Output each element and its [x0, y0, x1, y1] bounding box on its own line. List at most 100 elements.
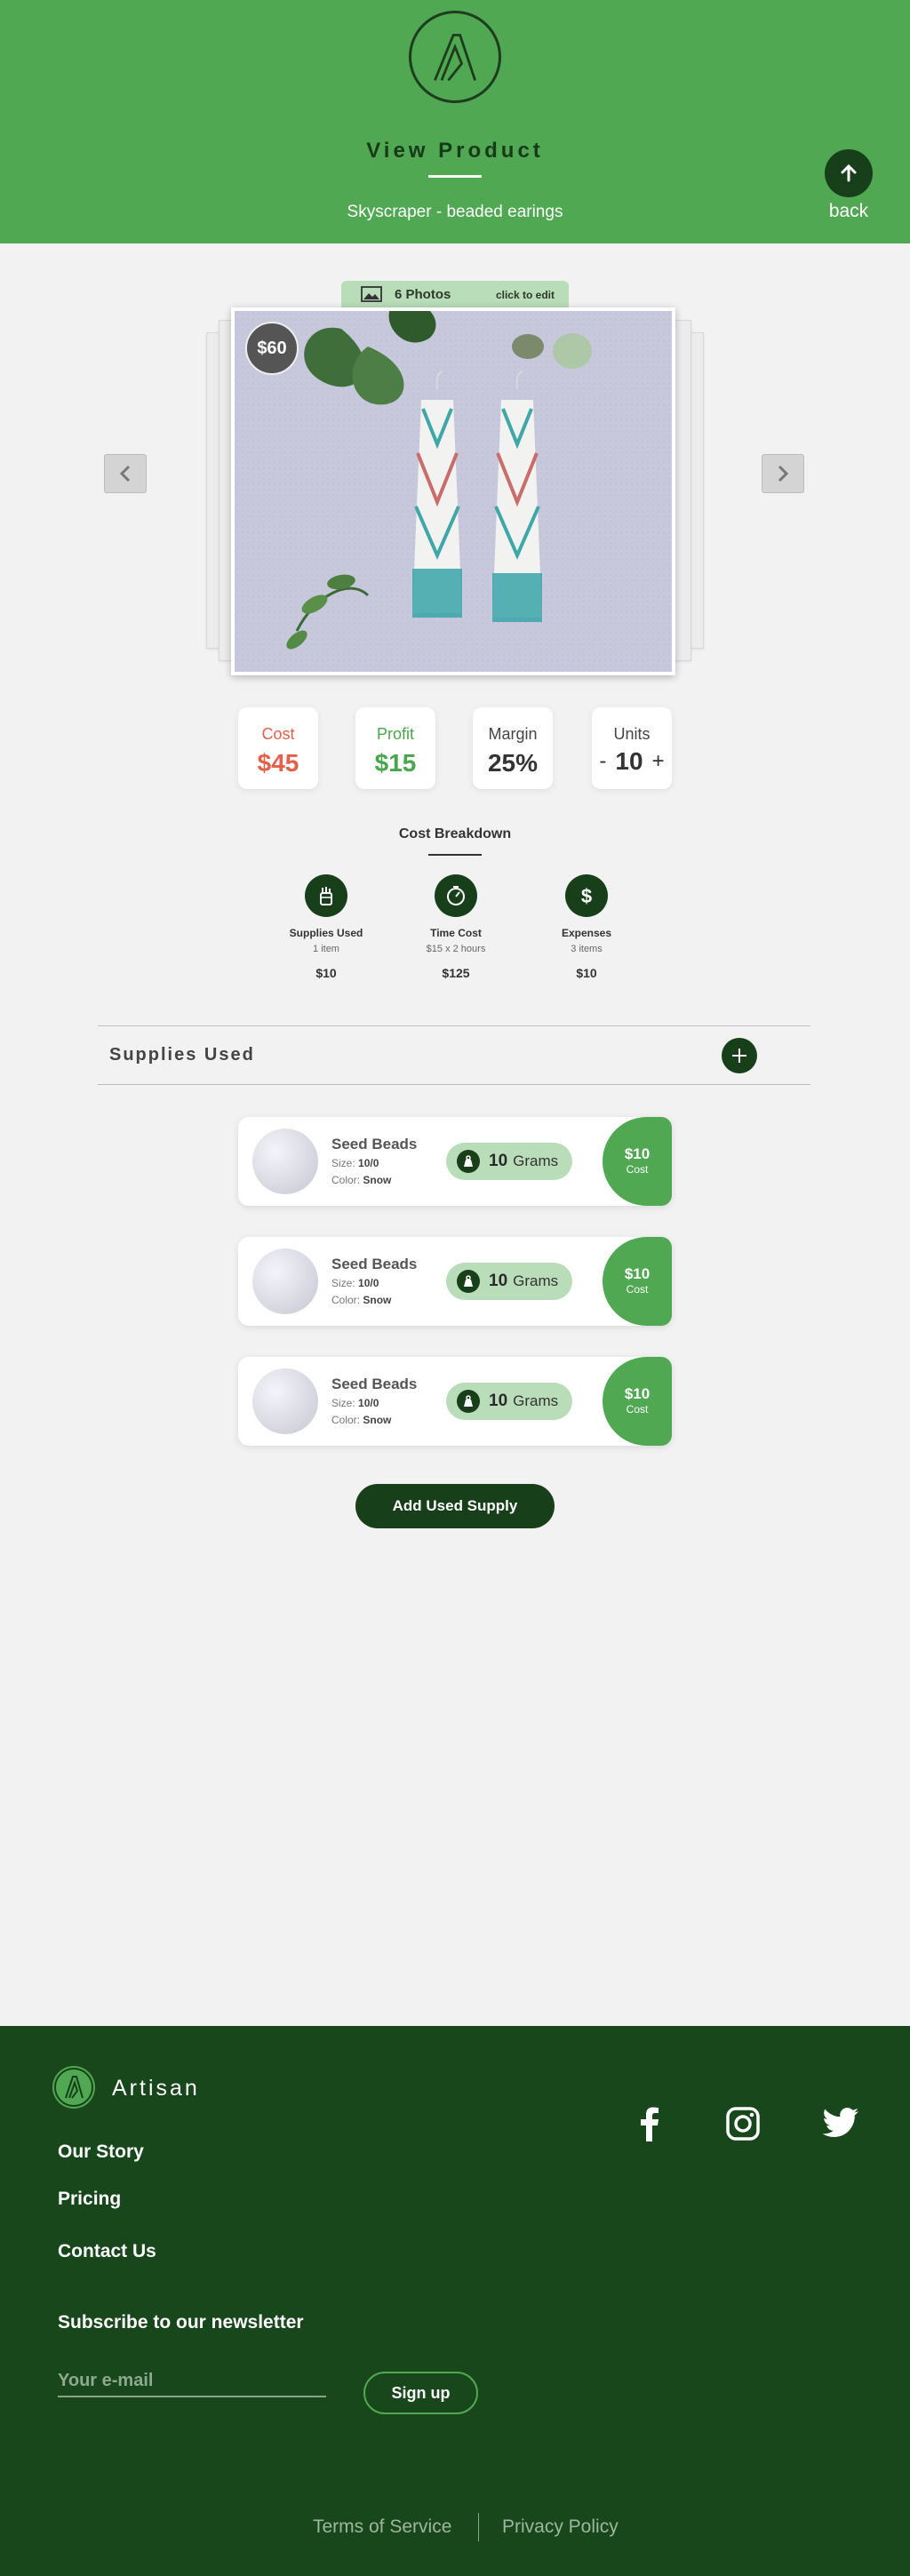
- add-used-supply-button[interactable]: Add Used Supply: [355, 1484, 555, 1528]
- prev-photo-button[interactable]: [104, 454, 147, 493]
- supply-cost-label: Cost: [626, 1403, 649, 1416]
- supply-quantity[interactable]: 10 Grams: [446, 1383, 572, 1420]
- quantity-unit: Grams: [513, 1272, 559, 1289]
- margin-stat: Margin 25%: [473, 707, 553, 789]
- seed-beads-thumbnail: [252, 1368, 318, 1434]
- quantity-unit: Grams: [513, 1392, 559, 1409]
- cost-value: $45: [257, 749, 299, 777]
- cost-breakdown-title: Cost Breakdown: [398, 826, 512, 841]
- section-divider: [98, 1084, 810, 1085]
- breakdown-supplies[interactable]: Supplies Used 1 item $10: [264, 874, 388, 980]
- breakdown-sub: 3 items: [571, 944, 603, 954]
- supply-quantity[interactable]: 10 Grams: [446, 1143, 572, 1180]
- breakdown-sub: 1 item: [313, 944, 339, 954]
- pricing-link[interactable]: Pricing: [58, 2189, 121, 2210]
- breakdown-name: Time Cost: [430, 927, 482, 939]
- artisan-logo-icon[interactable]: [52, 2066, 95, 2109]
- units-stat: Units - 10 +: [592, 707, 672, 789]
- contact-us-link[interactable]: Contact Us: [58, 2241, 156, 2262]
- email-field[interactable]: [58, 2365, 326, 2397]
- supply-color: Color: Snow: [331, 1414, 392, 1426]
- photo-count: 6 Photos: [395, 286, 451, 302]
- stopwatch-icon: [435, 874, 477, 917]
- privacy-link[interactable]: Privacy Policy: [502, 2516, 619, 2538]
- seed-beads-thumbnail: [252, 1248, 318, 1314]
- supply-color: Color: Snow: [331, 1174, 392, 1186]
- units-decrement-button[interactable]: -: [599, 749, 606, 774]
- supply-card[interactable]: Seed Beads Size: 10/0 Color: Snow 10 Gra…: [238, 1237, 672, 1326]
- supply-card[interactable]: Seed Beads Size: 10/0 Color: Snow 10 Gra…: [238, 1117, 672, 1206]
- weight-icon: [457, 1150, 480, 1173]
- page-footer: Artisan Our Story Pricing Contact Us Sub…: [0, 2026, 910, 2576]
- plus-icon: [732, 1049, 746, 1063]
- signup-button[interactable]: Sign up: [363, 2372, 478, 2414]
- profit-value: $15: [374, 749, 417, 777]
- instagram-icon[interactable]: [722, 2102, 764, 2145]
- supply-cost: $10 Cost: [603, 1117, 672, 1206]
- supply-cost-amount: $10: [624, 1265, 651, 1282]
- terms-link[interactable]: Terms of Service: [313, 2516, 451, 2538]
- edit-hint[interactable]: click to edit: [496, 289, 555, 301]
- product-name: Skyscraper - beaded earings: [347, 203, 563, 221]
- breakdown-name: Supplies Used: [289, 927, 363, 939]
- supplies-jar-icon: [305, 874, 347, 917]
- our-story-link[interactable]: Our Story: [58, 2141, 144, 2163]
- chevron-right-icon: [778, 465, 789, 483]
- supply-size: Size: 10/0: [331, 1277, 379, 1289]
- earrings-photo: [235, 311, 672, 672]
- breakdown-time[interactable]: Time Cost $15 x 2 hours $125: [394, 874, 518, 980]
- supply-color: Color: Snow: [331, 1294, 392, 1306]
- supply-quantity[interactable]: 10 Grams: [446, 1263, 572, 1300]
- supply-cost-label: Cost: [626, 1163, 649, 1176]
- product-photo[interactable]: [231, 307, 675, 675]
- quantity-unit: Grams: [513, 1152, 559, 1169]
- svg-text:$: $: [581, 885, 592, 907]
- supply-cost-amount: $10: [624, 1385, 651, 1402]
- supply-cost: $10 Cost: [603, 1237, 672, 1326]
- supply-size: Size: 10/0: [331, 1397, 379, 1409]
- weight-icon: [457, 1390, 480, 1413]
- supply-size: Size: 10/0: [331, 1157, 379, 1169]
- brand-name: Artisan: [112, 2076, 200, 2101]
- seed-beads-thumbnail: [252, 1128, 318, 1194]
- next-photo-button[interactable]: [762, 454, 804, 493]
- title-underline: [428, 175, 482, 178]
- cost-label: Cost: [261, 725, 295, 743]
- units-increment-button[interactable]: +: [652, 749, 665, 774]
- breakdown-amount: $10: [576, 966, 597, 980]
- cost-stat: Cost $45: [238, 707, 318, 789]
- newsletter-title: Subscribe to our newsletter: [58, 2312, 304, 2333]
- units-label: Units: [613, 725, 651, 743]
- facebook-icon[interactable]: [627, 2102, 670, 2145]
- weight-icon: [457, 1270, 480, 1293]
- supply-cost: $10 Cost: [603, 1357, 672, 1446]
- gallery-icon: [361, 286, 382, 302]
- add-supply-icon-button[interactable]: [722, 1038, 757, 1073]
- breakdown-expenses[interactable]: $ Expenses 3 items $10: [524, 874, 649, 980]
- price-badge: $60: [245, 322, 299, 375]
- breakdown-amount: $10: [315, 966, 337, 980]
- supply-name: Seed Beads: [331, 1136, 418, 1152]
- supply-cost-label: Cost: [626, 1283, 649, 1296]
- dollar-icon: $: [565, 874, 608, 917]
- breakdown-underline: [428, 854, 482, 856]
- back-label[interactable]: back: [813, 201, 884, 222]
- breakdown-amount: $125: [442, 966, 470, 980]
- legal-separator: [478, 2513, 479, 2541]
- arrow-up-icon: [841, 163, 857, 182]
- supply-name: Seed Beads: [331, 1376, 418, 1392]
- margin-label: Margin: [488, 725, 538, 743]
- supply-cost-amount: $10: [624, 1145, 651, 1162]
- photo-edit-tab[interactable]: 6 Photos click to edit: [341, 281, 569, 307]
- profit-stat: Profit $15: [355, 707, 435, 789]
- twitter-icon[interactable]: [819, 2102, 862, 2145]
- back-button[interactable]: [825, 149, 873, 197]
- supplies-section-title: Supplies Used: [109, 1045, 255, 1065]
- supply-name: Seed Beads: [331, 1256, 418, 1272]
- quantity-value: 10: [489, 1152, 508, 1170]
- page-header: View Product Skyscraper - beaded earings…: [0, 0, 910, 243]
- section-divider: [98, 1025, 810, 1026]
- margin-value: 25%: [487, 749, 539, 777]
- chevron-left-icon: [119, 465, 131, 483]
- supply-card[interactable]: Seed Beads Size: 10/0 Color: Snow 10 Gra…: [238, 1357, 672, 1446]
